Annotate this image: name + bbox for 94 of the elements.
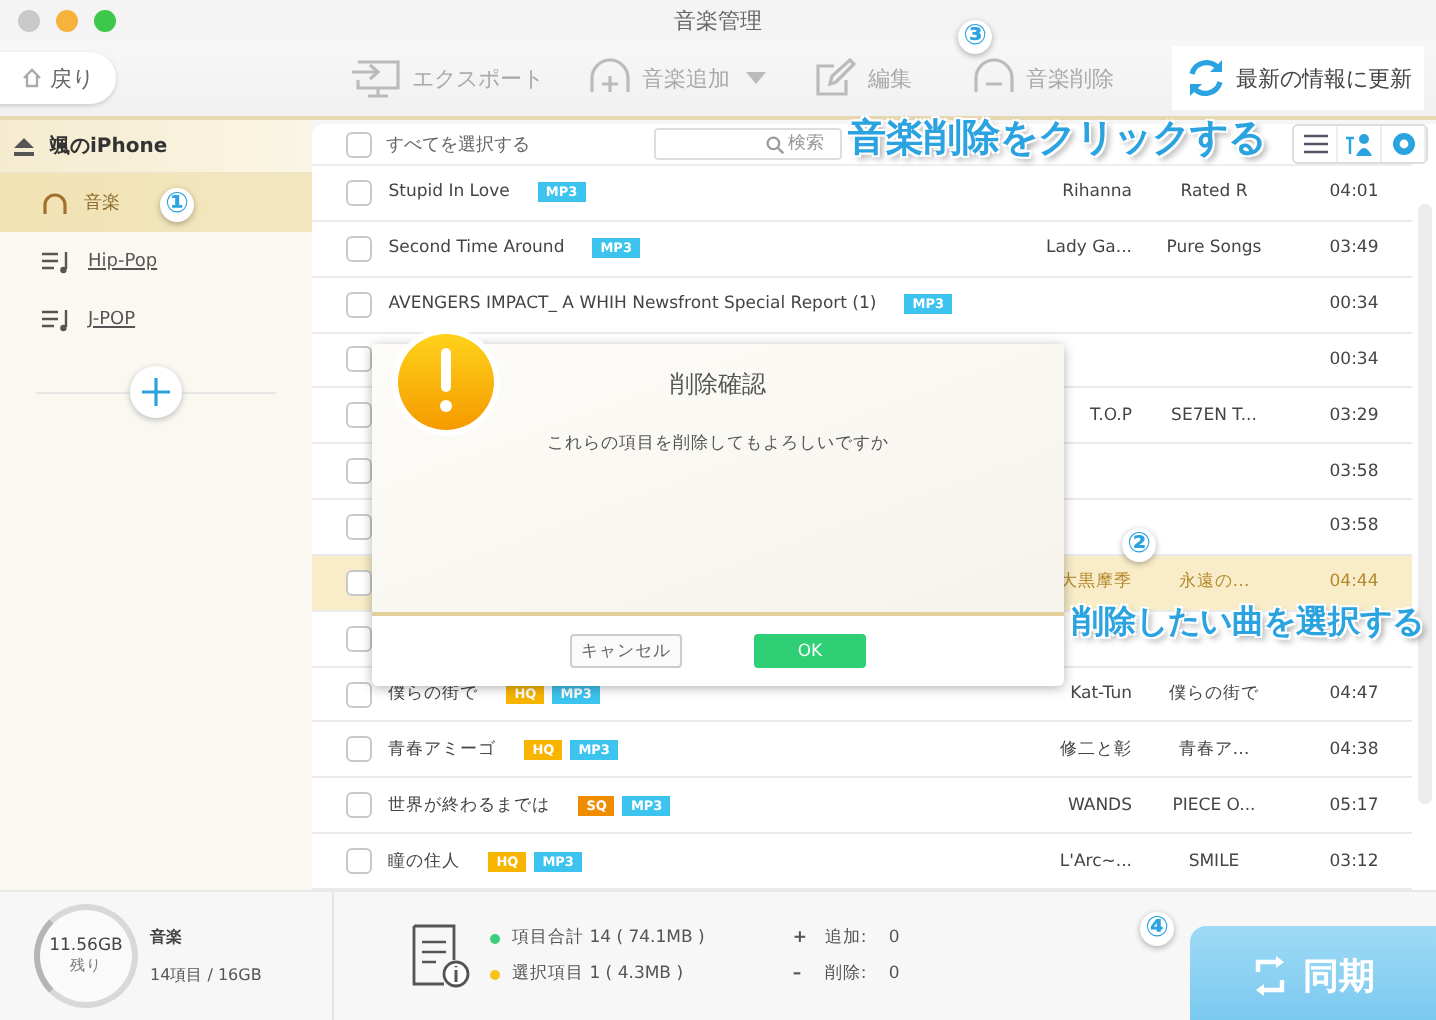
album-cell-text: PIECE O... (1170, 795, 1258, 816)
dialog-title: 削除確認 (670, 368, 766, 402)
close-button[interactable] (18, 9, 40, 31)
duration-cell-text: 04:38 (1327, 739, 1381, 760)
row-checkbox[interactable] (346, 402, 373, 429)
duration-cell-text: 05:17 (1327, 795, 1381, 816)
song-title: 瞳の住人 (388, 849, 461, 874)
artist-cell-text: Rihanna (1060, 182, 1132, 203)
plus-icon (142, 378, 171, 406)
eject-icon[interactable] (14, 137, 34, 155)
song-title: 僕らの街で (388, 682, 479, 707)
sync-icon (1251, 956, 1287, 996)
row-checkbox[interactable] (346, 792, 373, 819)
duration-cell-text: 03:12 (1327, 851, 1381, 872)
warning-icon (390, 326, 502, 438)
row-checkbox[interactable] (346, 681, 373, 708)
duration-cell-text: 03:49 (1327, 238, 1381, 259)
device-name: 颯のiPhone (50, 133, 168, 160)
artist-cell-text: 修二と彰 (1058, 737, 1132, 762)
disc-icon (1391, 132, 1415, 156)
caret-icon[interactable] (746, 72, 766, 84)
refresh-button[interactable]: 最新の情報に更新 (1172, 46, 1424, 110)
artist-cell-text: L'Arc~... (1057, 851, 1132, 872)
album-cell-text: SE7EN T... (1169, 405, 1259, 426)
cancel-button[interactable]: キャンセル (570, 634, 682, 668)
usage-text: 14項目 / 16GB (150, 964, 262, 986)
artist-cell-text: Kat-Tun (1068, 684, 1132, 705)
free-space: 11.56GB (49, 936, 123, 956)
duration-cell-text: 00:34 (1327, 349, 1381, 370)
playlist-icon (42, 249, 72, 273)
song-title: AVENGERS IMPACT_ A WHIH Newsfront Special Report (1) (388, 294, 877, 315)
add-playlist-button[interactable] (130, 366, 183, 418)
sidebar-item[interactable]: J-POP (0, 290, 313, 348)
row-checkbox[interactable] (346, 569, 373, 596)
document-info-icon (410, 924, 470, 988)
window-title: 音楽管理 (674, 5, 762, 35)
change-count: 0 (888, 928, 900, 948)
edit-icon (814, 58, 858, 98)
album-cell-text: 青春ア… (1176, 737, 1252, 762)
change-label: 削除: (824, 962, 869, 986)
album-cell-text: 永遠の… (1176, 570, 1252, 595)
row-checkbox[interactable] (346, 235, 373, 262)
change-sign: + (792, 928, 809, 948)
back-button[interactable]: 戻り (0, 52, 116, 104)
duration-cell-text: 03:58 (1327, 516, 1381, 537)
duration-cell-text: 04:44 (1327, 572, 1381, 593)
artist-cell-text: T.O.P (1087, 405, 1132, 426)
duration-cell-text: 00:34 (1327, 294, 1381, 315)
row-checkbox[interactable] (346, 848, 373, 875)
select-all-checkbox[interactable] (346, 131, 373, 157)
minimize-button[interactable] (56, 9, 78, 31)
sidebar-item[interactable]: Hip-Pop (0, 232, 313, 290)
category-label: 音楽 (150, 926, 184, 948)
duration-cell-text: 04:01 (1327, 182, 1381, 203)
search-icon (766, 135, 785, 153)
song-title: Second Time Around (388, 238, 565, 259)
artist-cell-text: WANDS (1065, 795, 1132, 816)
album-cell-text: Pure Songs (1164, 238, 1264, 259)
headphones-icon (42, 191, 68, 215)
person-icon (1345, 132, 1373, 156)
headphones-minus-icon (972, 58, 1016, 98)
list-icon (1303, 134, 1327, 154)
change-sign: – (792, 964, 804, 984)
playlist-icon (42, 307, 72, 331)
duration-cell-text: 03:58 (1327, 461, 1381, 482)
duration-cell-text: 03:29 (1327, 405, 1381, 426)
home-icon (22, 68, 42, 88)
change-label: 追加: (824, 926, 869, 950)
headphones-plus-icon (588, 58, 632, 98)
select-all-label: すべてを選択する (386, 133, 531, 157)
refresh-icon (1184, 56, 1228, 100)
row-checkbox[interactable] (346, 179, 373, 206)
row-checkbox[interactable] (346, 291, 373, 318)
row-checkbox[interactable] (346, 346, 373, 373)
row-checkbox[interactable] (346, 513, 373, 540)
zoom-button[interactable] (94, 9, 116, 31)
stat-text: 項目合計 14 ( 74.1MB ) (512, 926, 705, 950)
dialog-message: これらの項目を削除してもよろしいですか (547, 432, 889, 456)
album-cell-text: SMILE (1186, 851, 1242, 872)
instruction-text: 削除したい曲を選択する (1072, 602, 1424, 644)
stat-text: 選択項目 1 ( 4.3MB ) (512, 962, 684, 986)
album-cell-text: 僕らの街で (1167, 682, 1261, 707)
instruction-text: 音楽削除をクリックする (848, 114, 1266, 164)
change-count: 0 (888, 964, 900, 984)
song-title: Stupid In Love (388, 182, 510, 203)
album-cell-text: Rated R (1178, 182, 1250, 203)
artist-cell-text: Lady Ga... (1044, 238, 1132, 259)
row-checkbox[interactable] (346, 458, 373, 485)
export-icon (350, 58, 402, 98)
row-checkbox[interactable] (346, 736, 373, 763)
song-title: 青春アミーゴ (388, 737, 497, 762)
duration-cell-text: 04:47 (1327, 684, 1381, 705)
row-checkbox[interactable] (346, 625, 373, 652)
song-title: 世界が終わるまでは (388, 793, 551, 818)
